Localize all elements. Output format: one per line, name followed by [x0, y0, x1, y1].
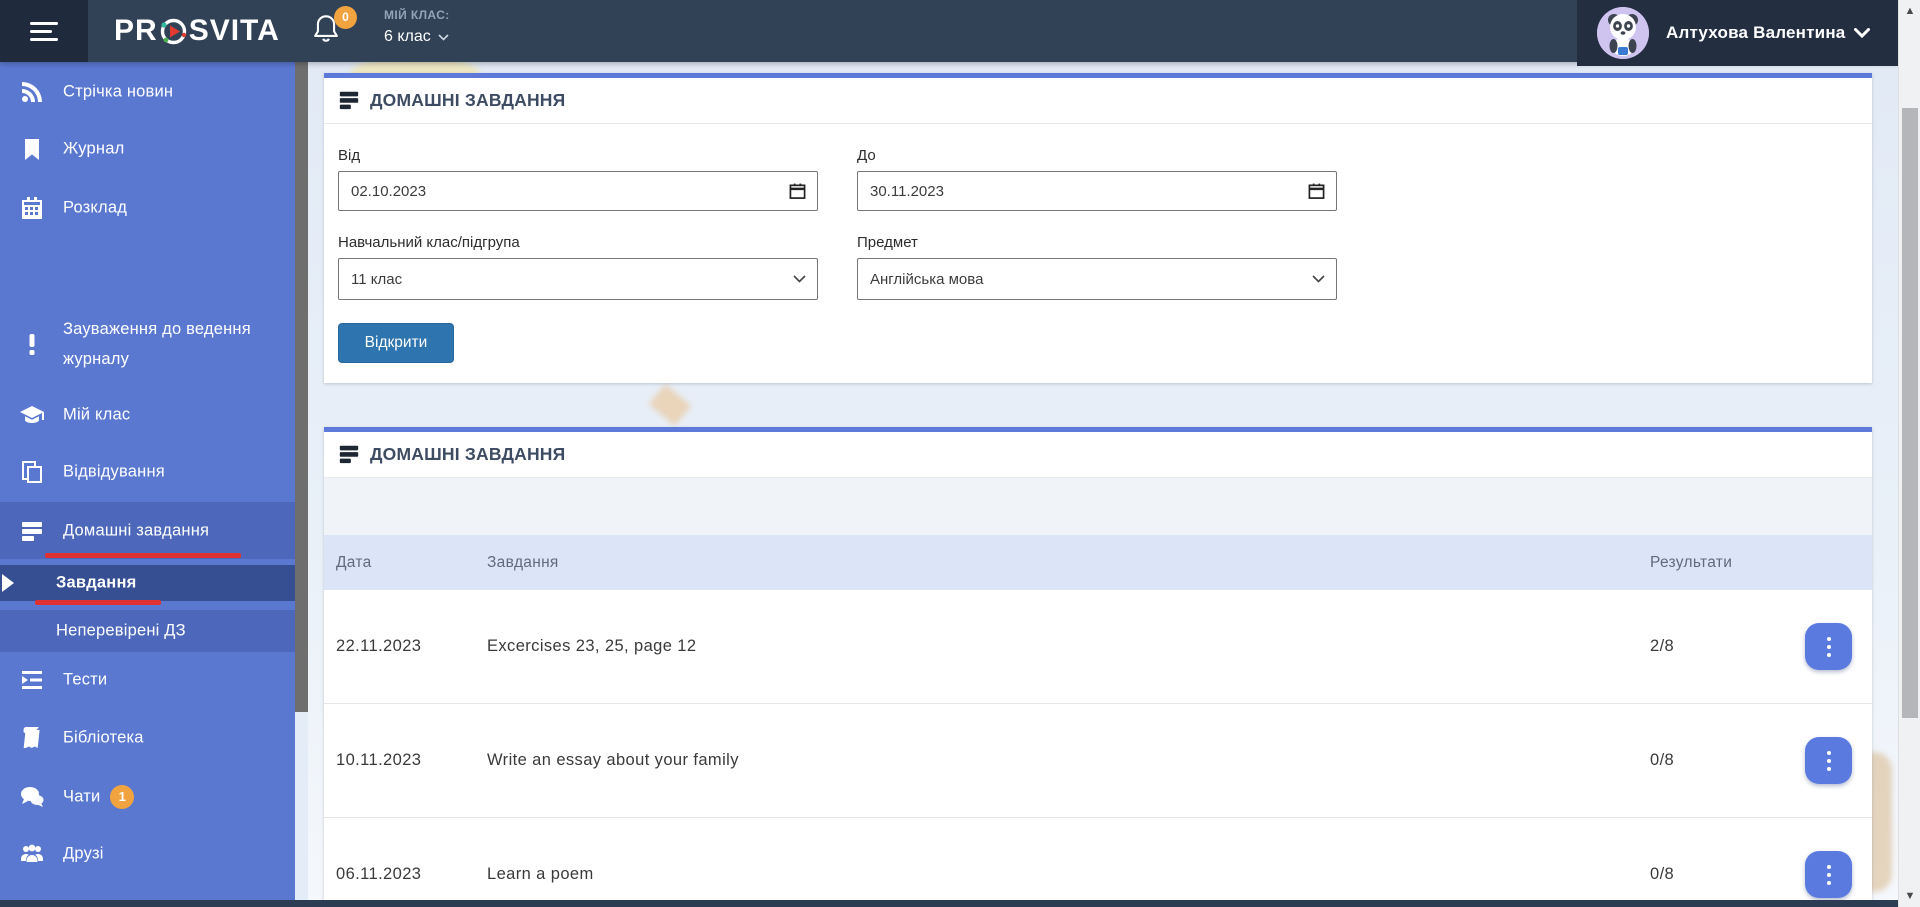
row-actions-button[interactable] — [1805, 851, 1852, 898]
sidebar-item-journal-remarks[interactable]: Зауваження до ведення журналу — [0, 308, 295, 380]
sidebar-item-tests[interactable]: Тести — [0, 660, 295, 700]
panel-title: ДОМАШНІ ЗАВДАННЯ — [370, 89, 566, 110]
user-menu[interactable]: Алтухова Валентина — [1577, 0, 1898, 66]
stacked-list-icon — [22, 521, 42, 541]
calendar-picker-icon[interactable] — [1308, 183, 1325, 200]
notifications-button[interactable]: 0 — [312, 6, 364, 54]
cell-task: Learn a poem — [487, 865, 594, 883]
scroll-up-arrow-icon[interactable]: ▲ — [1899, 2, 1920, 20]
sidebar-item-friends[interactable]: Друзі — [0, 834, 295, 874]
avatar — [1597, 7, 1649, 59]
panel-header: ДОМАШНІ ЗАВДАННЯ — [324, 432, 1872, 478]
active-underline — [35, 600, 161, 605]
chevron-down-icon — [793, 275, 806, 283]
chevron-down-icon — [1312, 275, 1325, 283]
people-group-icon — [21, 844, 43, 862]
scrollbar-thumb[interactable] — [1902, 108, 1918, 718]
cell-result: 0/8 — [1650, 865, 1675, 883]
sidebar-item-unchecked-homework[interactable]: Неперевірені ДЗ — [0, 610, 295, 652]
date-from-input[interactable]: 02.10.2023 — [338, 171, 818, 211]
notification-count-badge: 0 — [334, 6, 357, 29]
panel-header: ДОМАШНІ ЗАВДАННЯ — [324, 78, 1872, 124]
cell-result: 2/8 — [1650, 637, 1675, 655]
sidebar-item-journal[interactable]: Журнал — [0, 129, 295, 169]
graduation-cap-icon — [20, 406, 44, 423]
column-header-result: Результати — [1650, 553, 1733, 571]
chat-count-badge: 1 — [110, 785, 135, 809]
sidebar-item-homework[interactable]: Домашні завдання — [0, 502, 295, 559]
logo-text-left: PR — [114, 14, 158, 47]
date-from-label: Від — [338, 147, 361, 164]
app-window: PR SVITA 0 МІЙ КЛАС: 6 клас Алтухова Вал… — [0, 0, 1920, 907]
test-list-icon — [22, 671, 42, 689]
table-toolbar-strip — [324, 478, 1872, 535]
cell-task: Excercises 23, 25, page 12 — [487, 637, 697, 655]
open-button[interactable]: Відкрити — [338, 323, 454, 363]
user-chevron-down-icon — [1854, 28, 1871, 38]
row-actions-button[interactable] — [1805, 737, 1852, 784]
date-to-input[interactable]: 30.11.2023 — [857, 171, 1337, 211]
my-class-label: МІЙ КЛАС: — [384, 8, 450, 22]
play-logo-icon — [160, 18, 186, 44]
hamburger-menu-button[interactable] — [0, 0, 88, 62]
topbar: PR SVITA 0 МІЙ КЛАС: 6 клас Алтухова Вал… — [0, 0, 1898, 66]
sidebar-item-library[interactable]: Бібліотека — [0, 718, 295, 758]
sidebar-item-attendance[interactable]: Відвідування — [0, 452, 295, 492]
row-actions-button[interactable] — [1805, 623, 1852, 670]
scroll-down-arrow-icon[interactable]: ▼ — [1899, 887, 1920, 905]
chevron-down-icon — [438, 33, 449, 41]
class-select[interactable]: 11 клас — [338, 258, 818, 300]
sidebar-item-chats[interactable]: Чати 1 — [0, 777, 295, 817]
subject-select-label: Предмет — [857, 234, 918, 251]
column-header-date: Дата — [336, 553, 372, 571]
homework-filter-panel: ДОМАШНІ ЗАВДАННЯ Від 02.10.2023 До 30.11… — [324, 73, 1872, 383]
logo-text-right: SVITA — [188, 14, 280, 47]
chat-bubbles-icon — [21, 787, 44, 807]
date-to-label: До — [857, 147, 876, 164]
column-header-task: Завдання — [487, 553, 559, 571]
cell-date: 22.11.2023 — [336, 637, 422, 655]
book-icon — [23, 727, 40, 748]
active-marker-icon — [2, 574, 14, 592]
sidebar-item-my-class[interactable]: Мій клас — [0, 395, 295, 435]
stacked-list-icon — [339, 91, 359, 110]
class-select-label: Навчальний клас/підгрупа — [338, 234, 520, 251]
decor-blob — [648, 384, 692, 426]
stacked-list-icon — [339, 445, 359, 464]
page-scrollbar[interactable]: ▲ ▼ — [1898, 0, 1920, 907]
table-row: 10.11.2023 Write an essay about your fam… — [324, 704, 1872, 818]
pages-icon — [22, 461, 42, 483]
sidebar-item-schedule[interactable]: Розклад — [0, 188, 295, 228]
bookmark-icon — [25, 139, 39, 160]
sidebar-scrollbar[interactable] — [295, 62, 308, 712]
cell-date: 06.11.2023 — [336, 865, 422, 883]
table-header-row: Дата Завдання Результати — [324, 535, 1872, 590]
my-class-value: 6 клас — [384, 28, 431, 45]
calendar-picker-icon[interactable] — [789, 183, 806, 200]
my-class-selector[interactable]: МІЙ КЛАС: 6 клас — [384, 8, 450, 46]
sidebar-item-news-feed[interactable]: Стрічка новин — [0, 72, 295, 112]
user-name: Алтухова Валентина — [1666, 23, 1846, 42]
subject-select[interactable]: Англійська мова — [857, 258, 1337, 300]
homework-results-panel: ДОМАШНІ ЗАВДАННЯ Дата Завдання Результат… — [324, 427, 1872, 907]
cell-task: Write an essay about your family — [487, 751, 739, 769]
cell-result: 0/8 — [1650, 751, 1675, 769]
bottom-edge-strip — [0, 900, 1898, 907]
active-underline — [45, 553, 241, 558]
rss-icon — [22, 82, 42, 102]
table-row: 06.11.2023 Learn a poem 0/8 — [324, 818, 1872, 907]
app-logo[interactable]: PR SVITA — [114, 0, 280, 62]
panel-title: ДОМАШНІ ЗАВДАННЯ — [370, 443, 566, 464]
table-row: 22.11.2023 Excercises 23, 25, page 12 2/… — [324, 590, 1872, 704]
sidebar: Стрічка новин Журнал Розклад Зауваження … — [0, 62, 295, 907]
main-content: ДОМАШНІ ЗАВДАННЯ Від 02.10.2023 До 30.11… — [308, 62, 1898, 907]
cell-date: 10.11.2023 — [336, 751, 422, 769]
exclamation-icon — [29, 334, 35, 355]
sidebar-item-tasks[interactable]: Завдання — [0, 565, 295, 605]
calendar-icon — [22, 197, 42, 219]
